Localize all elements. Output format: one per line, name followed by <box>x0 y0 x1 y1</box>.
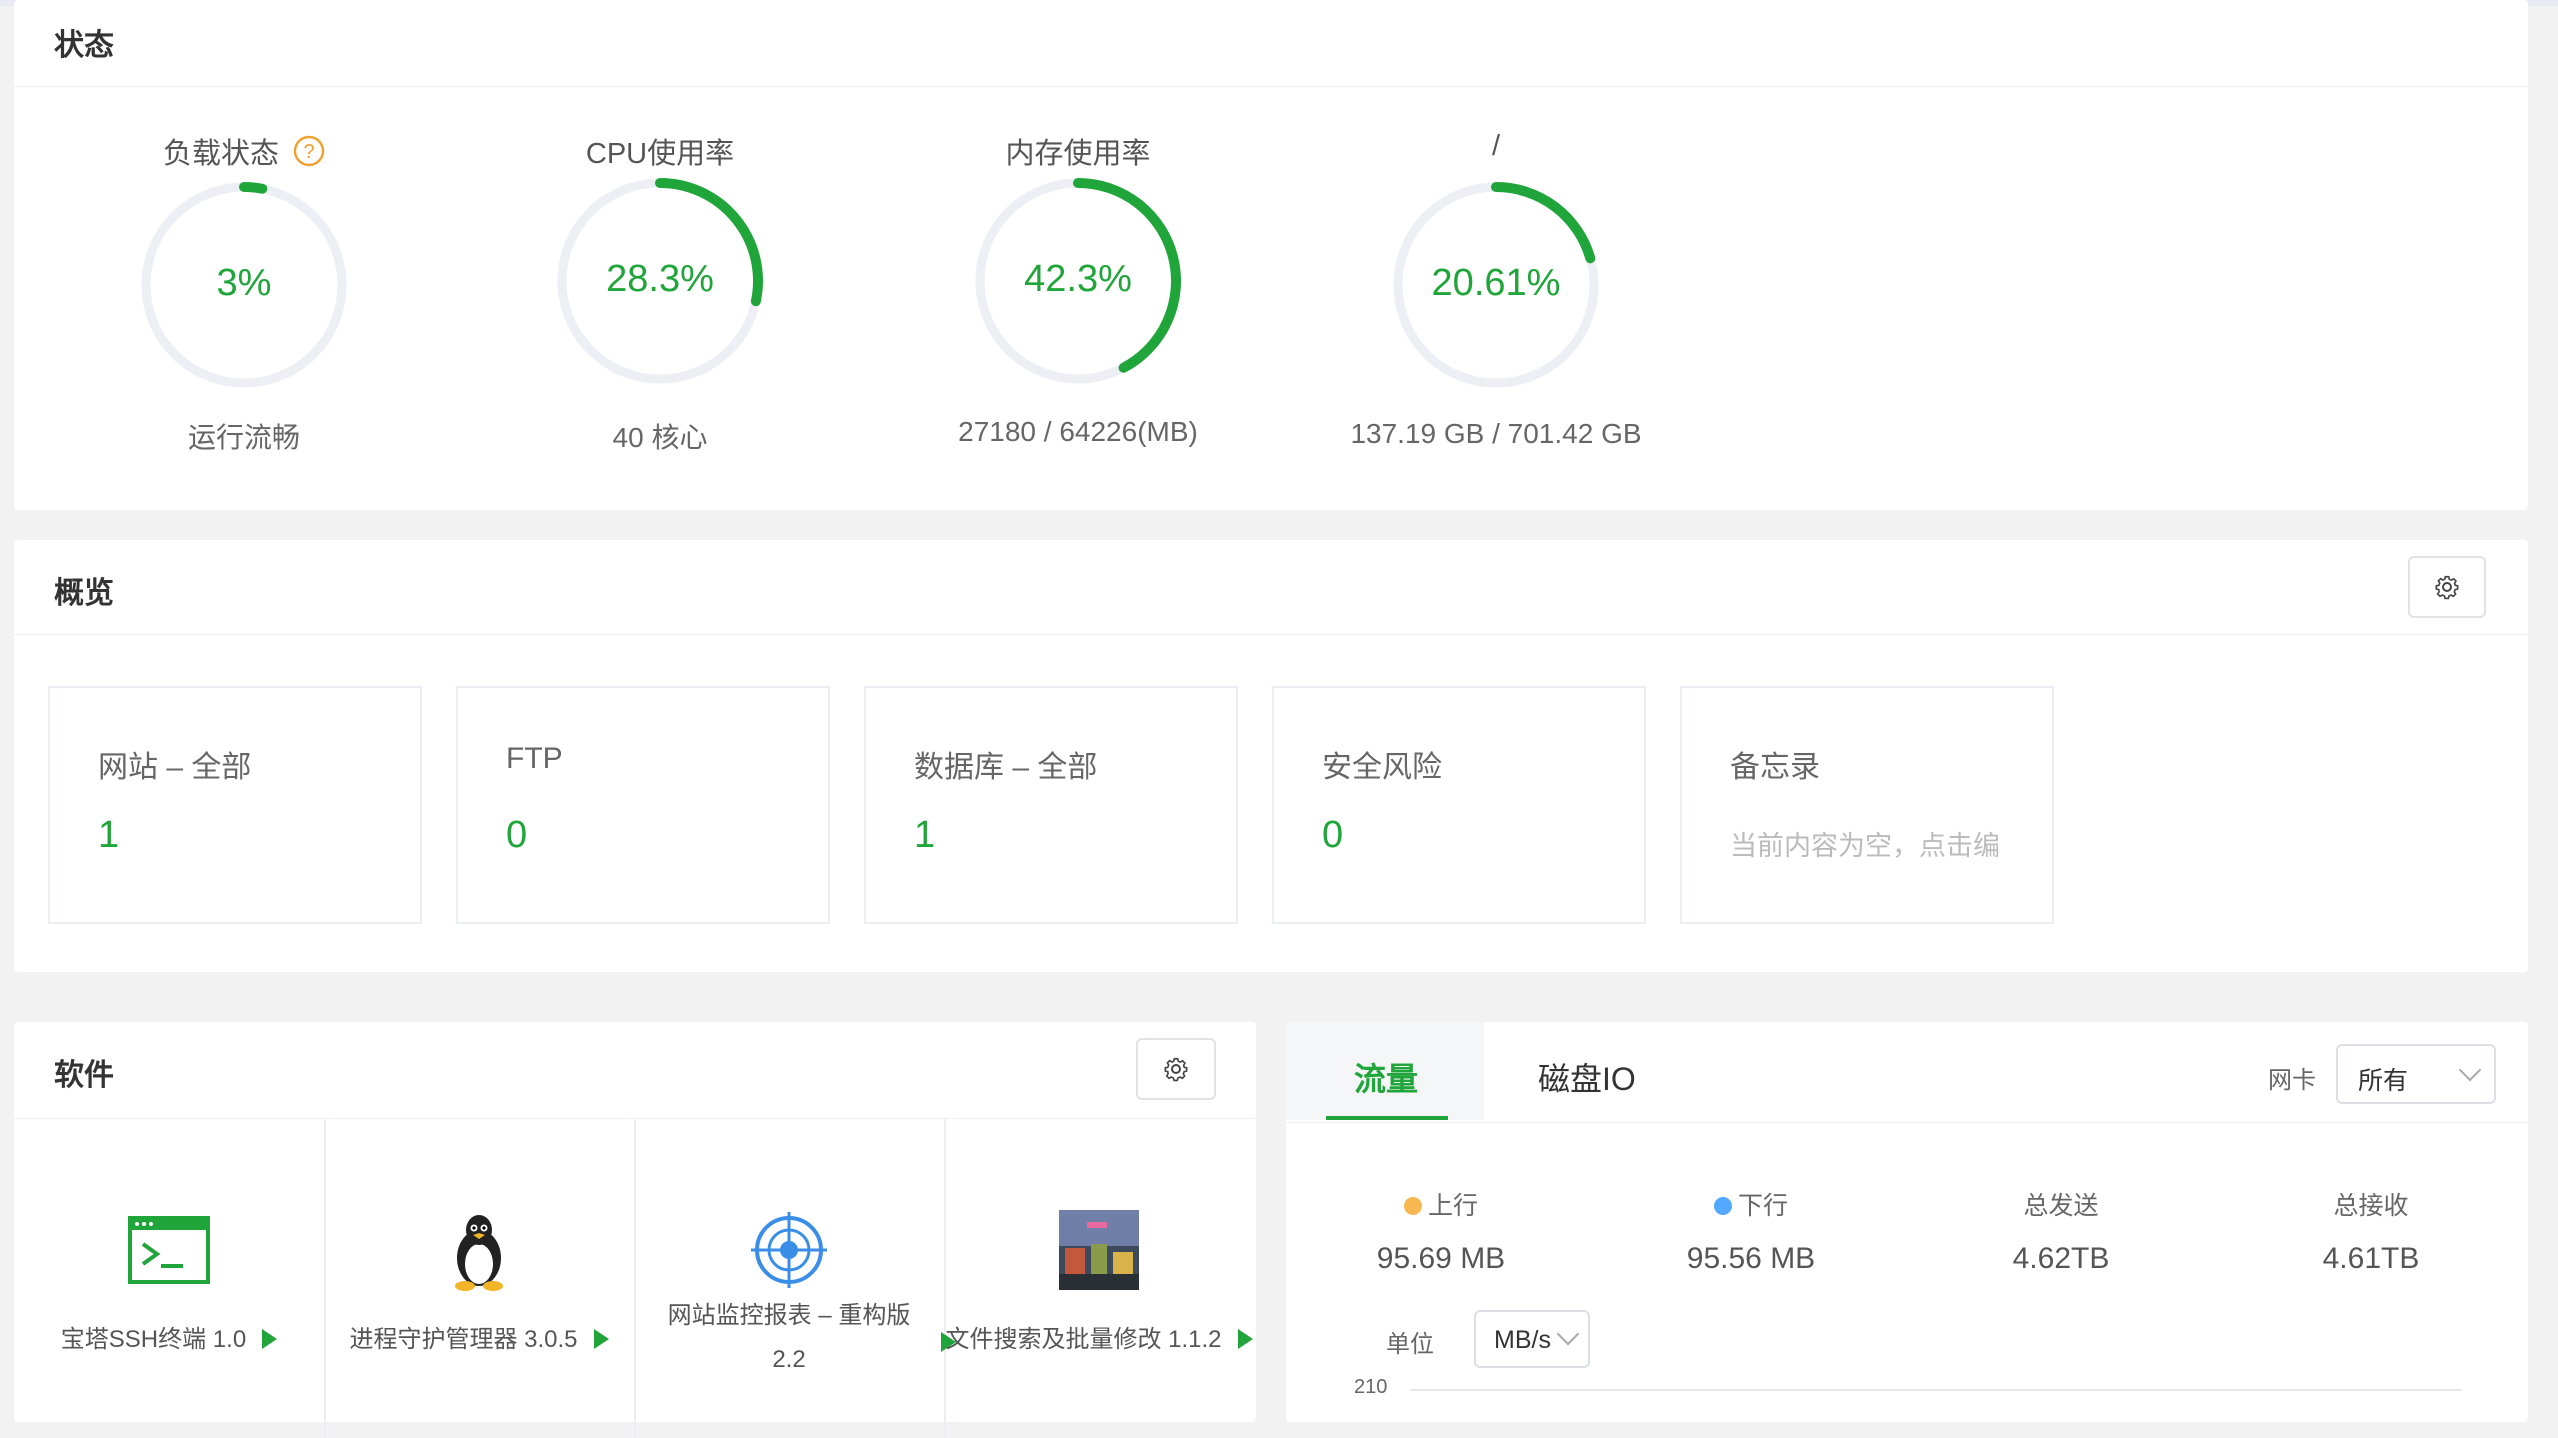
stat-upload: 上行 95.69 MB <box>1286 1186 1596 1276</box>
tab-disk-io[interactable]: 磁盘IO <box>1538 1054 1636 1100</box>
gear-icon <box>2435 575 2459 600</box>
software-item-process-guard[interactable]: 进程守护管理器 3.0.5 <box>324 1118 636 1438</box>
card-value[interactable]: 1 <box>914 814 935 857</box>
stat-value: 4.61TB <box>2322 1242 2420 1275</box>
software-name: 网站监控报表 – 重构版 <box>667 1302 911 1329</box>
gauge-label: / <box>1491 130 1501 162</box>
gauge-disk[interactable]: / 20.61% 137.19 GB / 701.42 GB <box>1286 0 1706 510</box>
linux-penguin-icon <box>455 1215 503 1291</box>
gauge-subtext: 40 核心 <box>612 422 708 453</box>
gauge-label: 内存使用率 <box>1005 138 1151 170</box>
gauge-label: CPU使用率 <box>585 138 735 170</box>
stat-label: 上行 <box>1427 1192 1478 1220</box>
gear-icon <box>1164 1057 1188 1082</box>
software-item-file-search[interactable]: 文件搜索及批量修改 1.1.2 <box>944 1118 1254 1438</box>
play-icon[interactable] <box>262 1329 278 1349</box>
card-title: 备忘录 <box>1730 751 1820 784</box>
active-tab-underline <box>1326 1116 1448 1120</box>
stat-value: 4.62TB <box>2012 1242 2110 1275</box>
gauge-value: 20.61% <box>1431 262 1561 304</box>
help-icon[interactable]: ? <box>293 135 325 167</box>
overview-card-databases[interactable]: 数据库 – 全部 1 <box>864 686 1238 924</box>
gauge-subtext: 137.19 GB / 701.42 GB <box>1350 418 1642 449</box>
nic-select[interactable]: 所有 <box>2336 1044 2496 1104</box>
software-name: 进程守护管理器 3.0.5 <box>349 1326 578 1353</box>
svg-text:?: ? <box>303 141 314 163</box>
upload-dot <box>1403 1197 1422 1215</box>
traffic-panel: 流量 磁盘IO 网卡 所有 上行 95.69 MB 下行 95.56 MB 总发… <box>1286 1022 2528 1422</box>
card-title: 网站 – 全部 <box>98 751 252 784</box>
gauge-subtext: 运行流畅 <box>187 422 300 453</box>
software-name: 文件搜索及批量修改 1.1.2 <box>945 1326 1222 1353</box>
gauge-value: 28.3% <box>606 258 714 300</box>
overview-card-ftp[interactable]: FTP 0 <box>456 686 830 924</box>
software-name: 宝塔SSH终端 1.0 <box>60 1326 247 1353</box>
chevron-down-icon <box>2458 1058 2482 1082</box>
unit-select-value: MB/s <box>1494 1326 1551 1354</box>
overview-card-security-risk[interactable]: 安全风险 0 <box>1272 686 1646 924</box>
gauge-cpu[interactable]: CPU使用率 28.3% 40 核心 <box>450 0 870 510</box>
unit-label: 单位 <box>1386 1331 1434 1358</box>
software-header: 软件 <box>14 1022 1256 1119</box>
stat-download: 下行 95.56 MB <box>1596 1186 1906 1276</box>
stat-label: 下行 <box>1737 1192 1788 1220</box>
chevron-down-icon <box>1556 1322 1580 1346</box>
overview-card-memo[interactable]: 备忘录 当前内容为空，点击编 <box>1680 686 2054 924</box>
memo-placeholder[interactable]: 当前内容为空，点击编 <box>1730 824 2000 863</box>
file-search-thumbnail <box>1059 1210 1139 1290</box>
card-title: 安全风险 <box>1322 751 1442 784</box>
overview-card-websites[interactable]: 网站 – 全部 1 <box>48 686 422 924</box>
software-item-ssh-terminal[interactable]: 宝塔SSH终端 1.0 <box>14 1118 326 1438</box>
nic-select-value: 所有 <box>2358 1067 2409 1095</box>
gauge-memory[interactable]: 内存使用率 42.3% 27180 / 64226(MB) <box>868 0 1288 510</box>
card-value[interactable]: 0 <box>506 814 527 857</box>
tab-traffic[interactable]: 流量 <box>1354 1054 1418 1100</box>
status-panel: 状态 负载状态? 3% 运行流畅 CPU使用率 28.3% 40 核心 内存使用… <box>14 0 2528 510</box>
card-value[interactable]: 1 <box>98 814 119 857</box>
play-icon[interactable] <box>1237 1329 1253 1349</box>
unit-select[interactable]: MB/s <box>1474 1310 1590 1368</box>
download-dot <box>1713 1197 1732 1215</box>
chart-gridline <box>1410 1389 2462 1391</box>
software-panel: 软件 宝塔SSH终端 1.0 进程守护管理器 3.0.5 网站监控报表 – 重构… <box>14 1022 1256 1438</box>
chart-axis-tick: 210 <box>1354 1376 1388 1398</box>
stat-total-received: 总接收 4.61TB <box>2216 1186 2526 1276</box>
stat-label: 总接收 <box>2333 1192 2409 1220</box>
overview-title: 概览 <box>54 577 114 610</box>
stat-value: 95.69 MB <box>1376 1242 1506 1275</box>
card-value[interactable]: 0 <box>1322 814 1343 857</box>
gauge-label: 负载状态 <box>162 138 279 170</box>
software-item-site-monitor[interactable]: 网站监控报表 – 重构版 2.2 <box>634 1118 956 1438</box>
gauge-load[interactable]: 负载状态? 3% 运行流畅 <box>34 0 454 510</box>
radar-icon <box>751 1212 827 1288</box>
play-icon[interactable] <box>593 1329 609 1349</box>
nic-label: 网卡 <box>2268 1067 2316 1094</box>
overview-header: 概览 <box>14 540 2528 635</box>
traffic-header: 流量 磁盘IO 网卡 所有 <box>1286 1022 2528 1123</box>
software-title: 软件 <box>54 1059 114 1092</box>
stat-label: 总发送 <box>2023 1192 2099 1220</box>
gauge-value: 3% <box>216 262 272 304</box>
stat-total-sent: 总发送 4.62TB <box>1906 1186 2216 1276</box>
overview-settings-button[interactable] <box>2408 556 2486 618</box>
card-title: FTP <box>506 742 563 775</box>
stat-value: 95.56 MB <box>1686 1242 1816 1275</box>
software-settings-button[interactable] <box>1136 1038 1216 1100</box>
card-title: 数据库 – 全部 <box>914 751 1098 784</box>
overview-panel: 概览 网站 – 全部 1 FTP 0 数据库 – 全部 1 安全风险 0 备忘录… <box>14 540 2528 972</box>
gauge-subtext: 27180 / 64226(MB) <box>958 416 1198 447</box>
gauge-value: 42.3% <box>1024 258 1132 300</box>
software-version: 2.2 <box>772 1346 806 1373</box>
terminal-icon <box>128 1216 210 1284</box>
